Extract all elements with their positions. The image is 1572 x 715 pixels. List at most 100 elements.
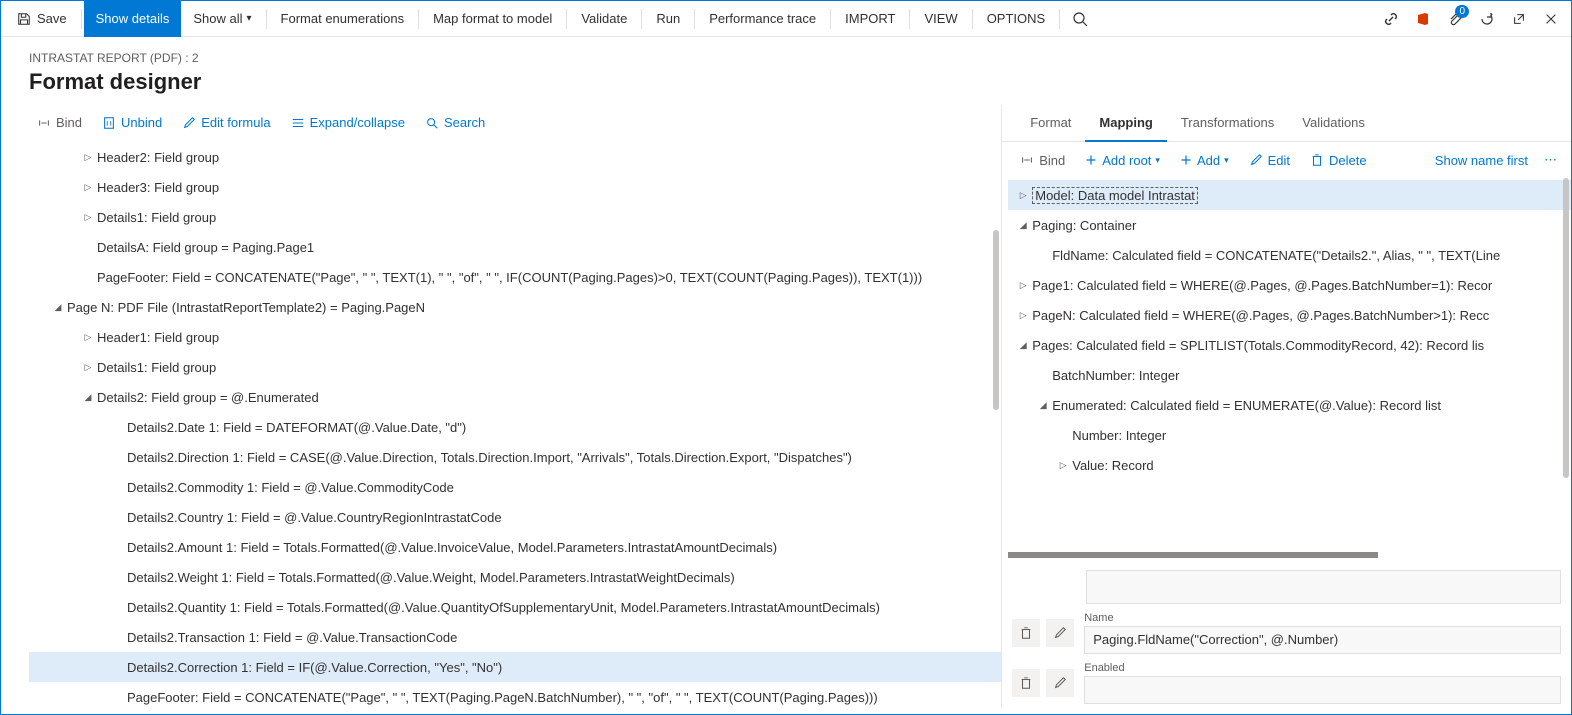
tree-row[interactable]: FldName: Calculated field = CONCATENATE(… (1008, 240, 1571, 270)
close-button[interactable] (1535, 1, 1567, 37)
tree-label: Details2.Commodity 1: Field = @.Value.Co… (127, 480, 454, 495)
popout-button[interactable] (1503, 1, 1535, 37)
view-button[interactable]: VIEW (912, 1, 969, 37)
tree-row[interactable]: Details2.Commodity 1: Field = @.Value.Co… (29, 472, 1001, 502)
tree-toggle[interactable]: ◢ (49, 302, 67, 313)
tree-row[interactable]: ◢Details2: Field group = @.Enumerated (29, 382, 1001, 412)
save-icon (17, 12, 31, 26)
format-enumerations-button[interactable]: Format enumerations (269, 1, 417, 37)
search-toolbar-button[interactable] (1062, 1, 1098, 37)
edit-action[interactable]: Edit (1241, 149, 1298, 172)
office-icon-button[interactable] (1407, 1, 1439, 37)
delete-prop-button[interactable] (1012, 619, 1040, 647)
delete-prop-button[interactable] (1012, 669, 1040, 697)
tab-transformations[interactable]: Transformations (1167, 105, 1288, 141)
tree-row[interactable]: Details2.Weight 1: Field = Totals.Format… (29, 562, 1001, 592)
tree-toggle[interactable]: ◢ (1034, 400, 1052, 411)
tree-row[interactable]: Details2.Date 1: Field = DATEFORMAT(@.Va… (29, 412, 1001, 442)
tree-toggle[interactable]: ◢ (1014, 340, 1032, 351)
unbind-action[interactable]: Unbind (94, 111, 170, 134)
tree-toggle[interactable]: ▷ (79, 212, 97, 223)
right-action-row: Bind Add root ▾ Add ▾ Edit (1002, 142, 1571, 178)
edit-prop-button[interactable] (1046, 669, 1074, 697)
tree-row[interactable]: ◢Enumerated: Calculated field = ENUMERAT… (1008, 390, 1571, 420)
tree-row[interactable]: ◢Pages: Calculated field = SPLITLIST(Tot… (1008, 330, 1571, 360)
link-icon-button[interactable] (1375, 1, 1407, 37)
mapping-pane: Format Mapping Transformations Validatio… (1002, 105, 1571, 708)
save-button[interactable]: Save (5, 1, 79, 37)
show-details-button[interactable]: Show details (84, 1, 182, 37)
toolbar-divider (266, 9, 267, 29)
tree-row[interactable]: PageFooter: Field = CONCATENATE("Page", … (29, 262, 1001, 292)
tree-row[interactable]: DetailsA: Field group = Paging.Page1 (29, 232, 1001, 262)
horizontal-scrollbar[interactable] (1008, 552, 1378, 558)
bind-action-right[interactable]: Bind (1012, 149, 1073, 172)
tree-row[interactable]: Details2.Amount 1: Field = Totals.Format… (29, 532, 1001, 562)
tree-row[interactable]: ◢Page N: PDF File (IntrastatReportTempla… (29, 292, 1001, 322)
tree-row[interactable]: Number: Integer (1008, 420, 1571, 450)
tab-mapping[interactable]: Mapping (1085, 105, 1166, 142)
tree-row[interactable]: ▷PageN: Calculated field = WHERE(@.Pages… (1008, 300, 1571, 330)
tree-label: Header2: Field group (97, 150, 219, 165)
run-button[interactable]: Run (644, 1, 692, 37)
enabled-value[interactable] (1084, 676, 1561, 704)
tree-row[interactable]: ▷Details1: Field group (29, 202, 1001, 232)
tree-row[interactable]: ▷Details1: Field group (29, 352, 1001, 382)
empty-value[interactable] (1086, 570, 1561, 604)
show-name-first-action[interactable]: Show name first (1427, 149, 1536, 172)
tree-row[interactable]: ▷Header3: Field group (29, 172, 1001, 202)
tree-row[interactable]: BatchNumber: Integer (1008, 360, 1571, 390)
format-tree[interactable]: ▷Header2: Field group▷Header3: Field gro… (1, 140, 1001, 708)
options-button[interactable]: OPTIONS (975, 1, 1058, 37)
tree-toggle[interactable]: ▷ (1014, 190, 1032, 201)
name-value[interactable]: Paging.FldName("Correction", @.Number) (1084, 626, 1561, 654)
add-root-action[interactable]: Add root ▾ (1077, 149, 1168, 172)
tree-toggle[interactable]: ◢ (79, 392, 97, 403)
tree-toggle[interactable]: ▷ (79, 182, 97, 193)
delete-action[interactable]: Delete (1302, 149, 1375, 172)
tab-format[interactable]: Format (1016, 105, 1085, 141)
tree-row[interactable]: ▷Header1: Field group (29, 322, 1001, 352)
tree-toggle[interactable]: ▷ (79, 332, 97, 343)
performance-trace-button[interactable]: Performance trace (697, 1, 828, 37)
tree-toggle[interactable]: ◢ (1014, 220, 1032, 231)
tree-row[interactable]: Details2.Correction 1: Field = IF(@.Valu… (29, 652, 1001, 682)
tree-label: Details2.Direction 1: Field = CASE(@.Val… (127, 450, 852, 465)
tree-row[interactable]: Details2.Quantity 1: Field = Totals.Form… (29, 592, 1001, 622)
tree-toggle[interactable]: ▷ (79, 362, 97, 373)
tree-row[interactable]: ▷Page1: Calculated field = WHERE(@.Pages… (1008, 270, 1571, 300)
show-all-button[interactable]: Show all ▾ (181, 1, 263, 37)
mapping-tree[interactable]: ▷Model: Data model Intrastat◢Paging: Con… (1002, 178, 1571, 550)
scrollbar[interactable] (993, 230, 999, 410)
add-action[interactable]: Add ▾ (1172, 149, 1237, 172)
more-action[interactable]: ⋯ (1540, 148, 1561, 172)
tree-row[interactable]: Details2.Transaction 1: Field = @.Value.… (29, 622, 1001, 652)
validate-button[interactable]: Validate (569, 1, 639, 37)
tab-validations[interactable]: Validations (1288, 105, 1379, 141)
tree-row[interactable]: Details2.Direction 1: Field = CASE(@.Val… (29, 442, 1001, 472)
right-tabs: Format Mapping Transformations Validatio… (1002, 105, 1571, 142)
scrollbar[interactable] (1563, 178, 1569, 478)
search-action[interactable]: Search (417, 111, 493, 134)
edit-icon (182, 116, 196, 130)
tree-toggle[interactable]: ▷ (1014, 280, 1032, 291)
tree-row[interactable]: Details2.Country 1: Field = @.Value.Coun… (29, 502, 1001, 532)
tree-row[interactable]: ◢Paging: Container (1008, 210, 1571, 240)
tree-label: PageFooter: Field = CONCATENATE("Page", … (127, 690, 878, 705)
tree-row[interactable]: ▷Header2: Field group (29, 142, 1001, 172)
edit-formula-action[interactable]: Edit formula (174, 111, 278, 134)
bind-action[interactable]: Bind (29, 111, 90, 134)
expand-collapse-action[interactable]: Expand/collapse (283, 111, 413, 134)
tree-toggle[interactable]: ▷ (1014, 310, 1032, 321)
chevron-down-icon: ▾ (1224, 155, 1229, 166)
import-button[interactable]: IMPORT (833, 1, 907, 37)
refresh-button[interactable] (1471, 1, 1503, 37)
edit-prop-button[interactable] (1046, 619, 1074, 647)
map-format-button[interactable]: Map format to model (421, 1, 564, 37)
attachments-button[interactable]: 0 (1439, 1, 1471, 37)
tree-row[interactable]: ▷Model: Data model Intrastat (1008, 180, 1571, 210)
tree-toggle[interactable]: ▷ (79, 152, 97, 163)
tree-toggle[interactable]: ▷ (1054, 460, 1072, 471)
tree-row[interactable]: ▷Value: Record (1008, 450, 1571, 480)
tree-row[interactable]: PageFooter: Field = CONCATENATE("Page", … (29, 682, 1001, 708)
